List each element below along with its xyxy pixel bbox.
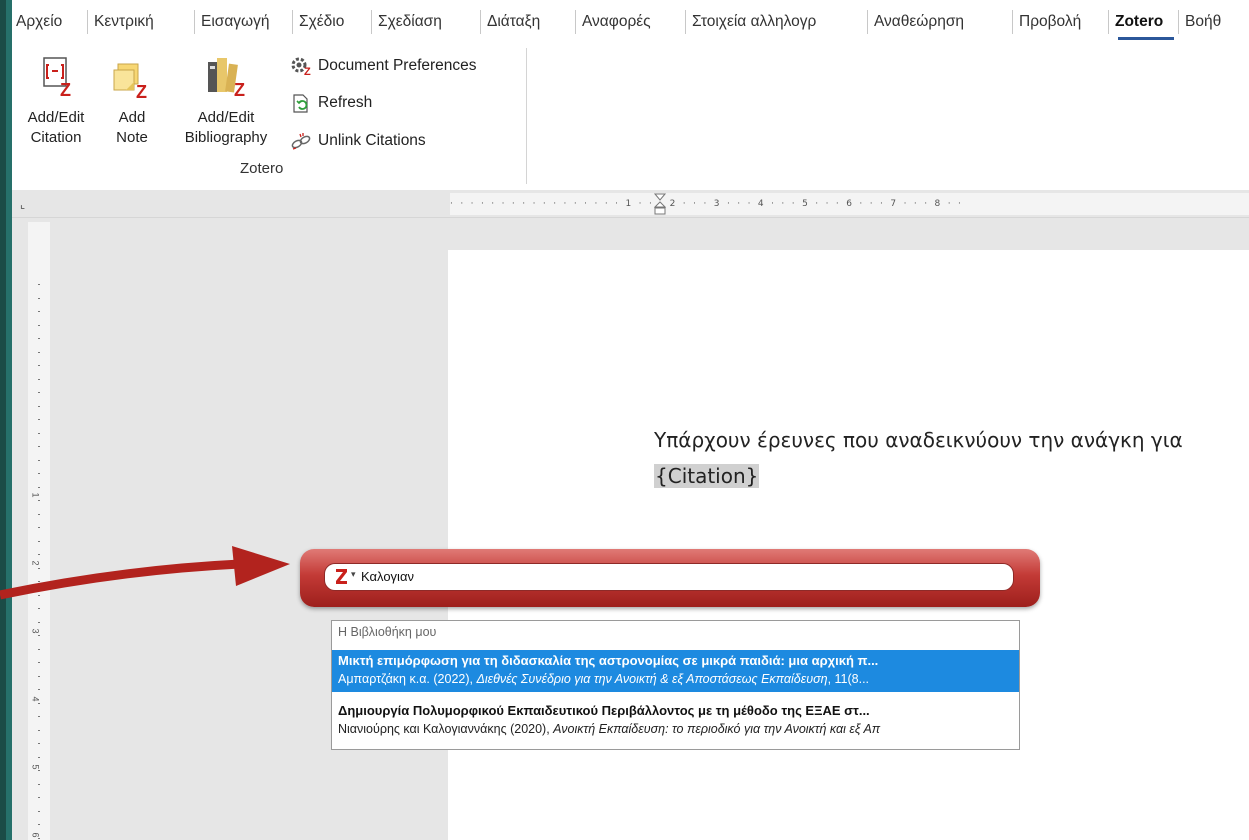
tab-view[interactable]: Προβολή — [1015, 10, 1085, 34]
ruler-tick — [38, 351, 40, 353]
tab-layout[interactable]: Διάταξη — [483, 10, 544, 34]
ruler-tick — [38, 513, 40, 515]
tab-references[interactable]: Αναφορές — [578, 10, 655, 34]
unlink-icon — [291, 133, 311, 150]
ruler-tick — [38, 648, 40, 650]
tab-zotero[interactable]: Zotero — [1111, 10, 1167, 34]
ruler-tick — [38, 729, 40, 731]
ruler-number: 3 — [30, 628, 41, 634]
tab-insert[interactable]: Εισαγωγή — [197, 10, 274, 34]
citation-search-input[interactable]: ▾ Καλογιαν — [324, 563, 1014, 591]
search-query: Καλογιαν — [361, 569, 414, 584]
ribbon-tabs: Αρχείο Κεντρική Εισαγωγή Σχέδιο Σχεδίαση… — [12, 0, 1249, 44]
ruler-tick — [38, 702, 40, 704]
library-header: Η Βιβλιοθήκη μου — [338, 625, 437, 639]
ruler-tick — [38, 756, 40, 758]
chevron-down-icon[interactable]: ▾ — [351, 569, 356, 580]
ruler-tick — [38, 662, 40, 663]
add-edit-citation-button[interactable]: Z Add/Edit Citation — [18, 56, 94, 160]
tab-file[interactable]: Αρχείο — [12, 10, 66, 34]
ruler-tick — [38, 324, 40, 326]
tab-draw[interactable]: Σχεδίαση — [374, 10, 446, 34]
horizontal-ruler[interactable]: · · · · · · · · · · · · · · · · · 1 · · … — [450, 193, 1249, 215]
ruler-tick — [38, 446, 40, 447]
svg-text:Z: Z — [136, 82, 147, 100]
document-body-text[interactable]: Υπάρχουν έρευνες που αναδεικνύουν την αν… — [654, 428, 1183, 452]
svg-text:Z: Z — [234, 80, 245, 100]
tab-mailings[interactable]: Στοιχεία αλληλογρ — [688, 10, 862, 34]
slide-frame-left — [0, 0, 12, 840]
ruler-tick — [38, 635, 40, 636]
tab-help[interactable]: Βοήθ — [1181, 10, 1225, 34]
document-page[interactable] — [448, 250, 1249, 840]
ruler-tick — [38, 675, 40, 677]
indent-marker-icon[interactable] — [654, 193, 666, 215]
ruler-tick — [38, 500, 40, 501]
zotero-logo-icon[interactable] — [335, 567, 348, 585]
result-item[interactable]: Μικτή επιμόρφωση για τη διδασκαλία της α… — [332, 650, 1019, 692]
add-edit-bibliography-button[interactable]: Z Add/Edit Bibliography — [172, 56, 280, 160]
ruler-tick — [38, 770, 40, 771]
ruler-number: 5 — [30, 764, 41, 770]
citation-icon: Z — [43, 57, 71, 100]
result-item[interactable]: Δημιουργία Πολυμορφικού Εκπαιδευτικού Πε… — [332, 700, 1019, 742]
group-separator — [526, 48, 527, 184]
zotero-quick-format-dialog: ▾ Καλογιαν — [300, 549, 1040, 607]
note-icon: Z — [113, 63, 147, 100]
ruler-tick — [38, 432, 40, 434]
ruler-number: 1 — [30, 492, 41, 498]
ruler-tick — [38, 419, 40, 420]
ruler-tick — [38, 783, 40, 785]
ruler-tick — [38, 473, 40, 474]
ruler-tick — [38, 378, 40, 380]
ruler-tick — [38, 716, 40, 717]
svg-text:Z: Z — [304, 66, 311, 76]
tab-stop-selector-icon[interactable]: ⌞ — [20, 198, 25, 211]
ruler-tick — [38, 405, 40, 407]
active-tab-indicator — [1118, 37, 1174, 40]
bibliography-icon: Z — [208, 58, 245, 100]
ruler-tick — [38, 824, 40, 825]
ruler-tick — [38, 284, 40, 285]
ruler-tick — [38, 797, 40, 798]
citation-results-list: Η Βιβλιοθήκη μου Μικτή επιμόρφωση για τη… — [331, 620, 1020, 750]
zotero-ribbon: Z Add/Edit Citation Z Add Note Z Add/Edi… — [12, 44, 1249, 191]
annotation-arrow-icon — [0, 546, 290, 600]
zotero-group-label: Zotero — [240, 160, 284, 177]
tab-review[interactable]: Αναθεώρηση — [870, 10, 968, 34]
ruler-tick — [38, 527, 40, 528]
ruler-tick — [38, 689, 40, 690]
ruler-tick — [38, 621, 40, 623]
tab-design[interactable]: Σχέδιο — [295, 10, 348, 34]
refresh-icon — [293, 94, 308, 113]
ruler-tick — [38, 459, 40, 461]
ruler-tick — [38, 297, 40, 299]
ruler-tick — [38, 338, 40, 339]
svg-text:Z: Z — [60, 80, 71, 100]
ruler-tick — [38, 486, 40, 488]
ruler-tick — [38, 365, 40, 366]
ruler-tick — [38, 810, 40, 812]
ruler-tick — [38, 311, 40, 312]
ruler-tick — [38, 743, 40, 744]
tab-home[interactable]: Κεντρική — [90, 10, 158, 34]
add-note-button[interactable]: Z Add Note — [104, 56, 160, 160]
gear-icon: Z — [291, 57, 311, 76]
ruler-number: 6 — [30, 832, 41, 838]
ruler-tick — [38, 392, 40, 393]
ruler-tick — [38, 837, 40, 839]
citation-placeholder[interactable]: {Citation} — [654, 464, 760, 488]
ruler-number: 4 — [30, 696, 41, 702]
